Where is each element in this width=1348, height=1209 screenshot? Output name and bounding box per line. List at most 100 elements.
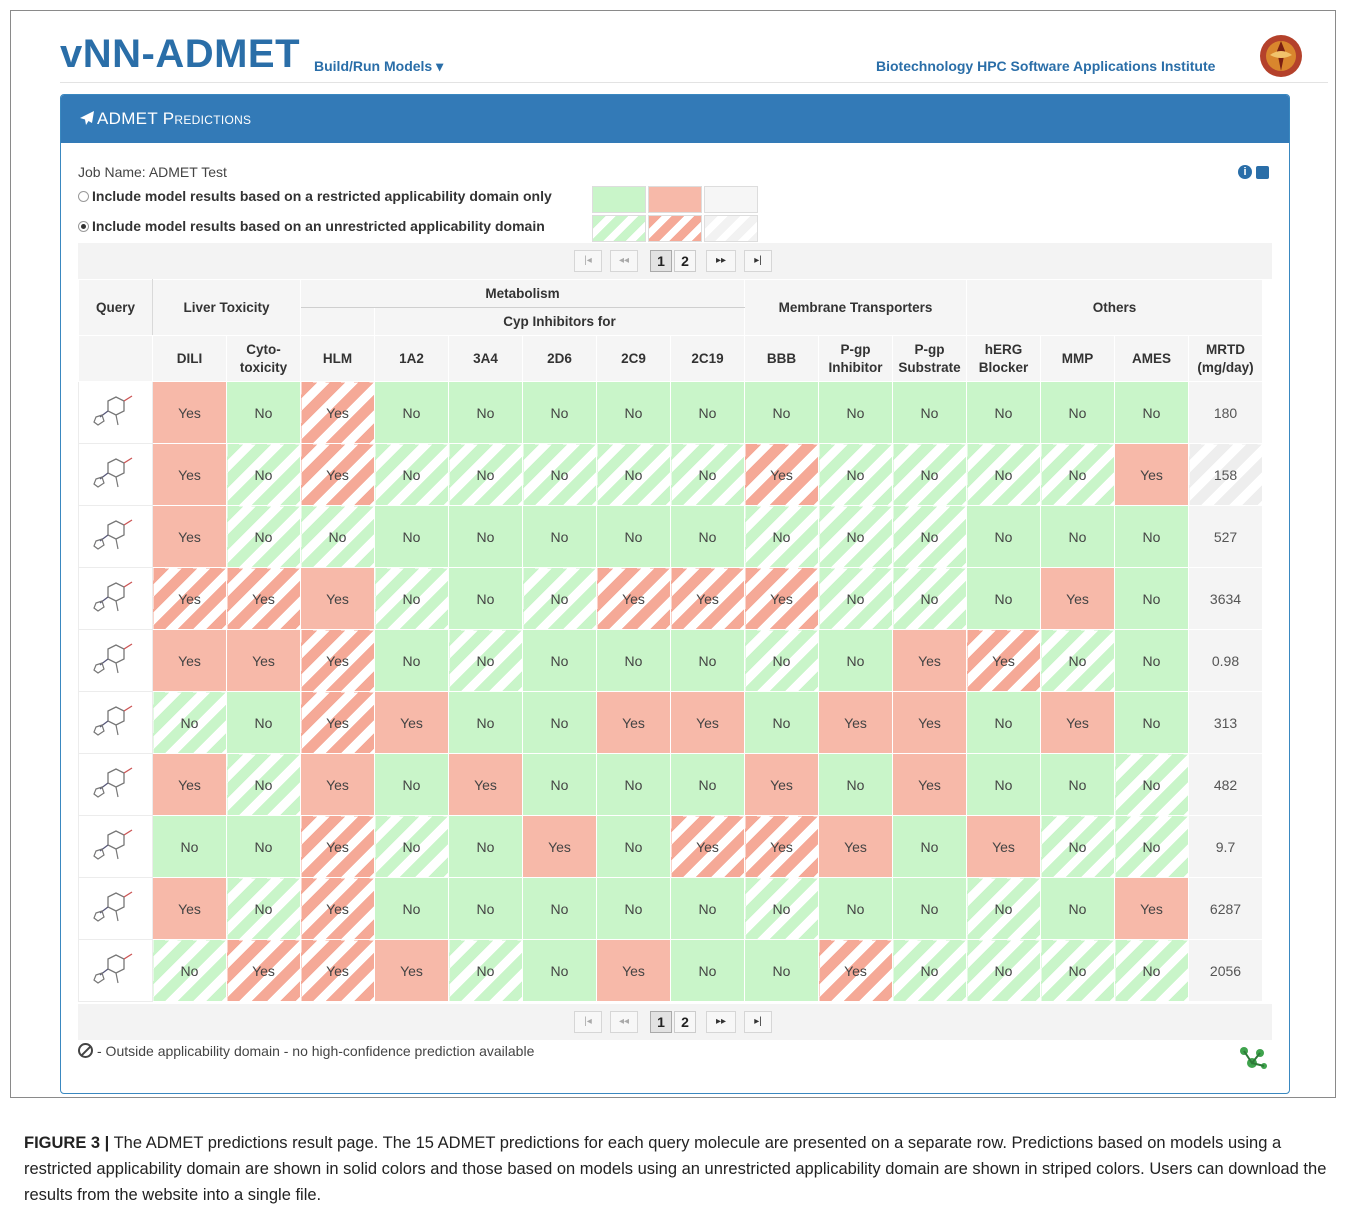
prev-page-button[interactable]: ◂◂ [610, 250, 638, 272]
prediction-cell: No [818, 567, 893, 630]
column-header[interactable]: DILI [152, 335, 227, 382]
legend-green-solid [592, 186, 646, 213]
prediction-cell: Yes [300, 629, 375, 692]
molecule-structure-image[interactable] [78, 443, 153, 506]
molecule-structure-image[interactable] [78, 877, 153, 940]
prediction-cell: Yes [522, 815, 597, 878]
prediction-cell: Yes [152, 753, 227, 816]
molecule-structure-image[interactable] [78, 939, 153, 1002]
prediction-cell: No [226, 381, 301, 444]
institute-link[interactable]: Biotechnology HPC Software Applications … [876, 58, 1215, 74]
prediction-cell: Yes [226, 939, 301, 1002]
prediction-cell: Yes [152, 629, 227, 692]
column-header[interactable]: 2C9 [596, 335, 671, 382]
column-header[interactable]: BBB [744, 335, 819, 382]
molecule-structure-image[interactable] [78, 505, 153, 568]
molecule-structure-image[interactable] [78, 629, 153, 692]
prediction-cell: No [448, 567, 523, 630]
mrtd-cell: 6287 [1188, 877, 1263, 940]
prediction-cell: Yes [152, 567, 227, 630]
page-1-button[interactable]: 1 [650, 250, 672, 272]
prediction-cell: No [1114, 629, 1189, 692]
prediction-cell: No [374, 753, 449, 816]
prediction-cell: Yes [744, 753, 819, 816]
table-row: Yes No Yes No No No No No No No No No No Yes 6287 [78, 877, 1263, 940]
prediction-cell: Yes [670, 691, 745, 754]
prediction-cell: Yes [152, 443, 227, 506]
first-page-button[interactable]: |◂ [574, 1011, 602, 1033]
restricted-domain-option[interactable]: Include model results based on a restric… [78, 188, 552, 204]
panel-title: ADMET Predictions [97, 109, 252, 128]
molecule-structure-image[interactable] [78, 567, 153, 630]
column-header[interactable]: 2C19 [670, 335, 745, 382]
prediction-cell: No [522, 939, 597, 1002]
legend-red-striped [648, 215, 702, 242]
page-2-button[interactable]: 2 [674, 1011, 696, 1033]
pager-bottom: |◂ ◂◂ 1 2 ▸▸ ▸| [78, 1004, 1272, 1040]
last-page-button[interactable]: ▸| [744, 1011, 772, 1033]
column-header[interactable]: 1A2 [374, 335, 449, 382]
prediction-cell: No [522, 567, 597, 630]
molecule-structure-image[interactable] [78, 815, 153, 878]
prediction-cell: Yes [670, 815, 745, 878]
last-page-button[interactable]: ▸| [744, 250, 772, 272]
prediction-cell: No [596, 381, 671, 444]
info-circle-icon[interactable]: i [1238, 165, 1252, 179]
prediction-cell: No [670, 753, 745, 816]
job-name: Job Name: ADMET Test [78, 164, 227, 180]
prediction-cell: No [818, 505, 893, 568]
column-header[interactable]: 2D6 [522, 335, 597, 382]
column-header[interactable]: P-gp Substrate [892, 335, 967, 382]
prediction-cell: No [374, 505, 449, 568]
prediction-cell: No [966, 939, 1041, 1002]
prediction-cell: No [966, 443, 1041, 506]
column-header[interactable]: HLM [300, 335, 375, 382]
first-page-button[interactable]: |◂ [574, 250, 602, 272]
app-logo[interactable]: vNN-ADMET [60, 32, 300, 77]
cyp-inhibitors-header: Cyp Inhibitors for [374, 307, 745, 336]
molecule-structure-image[interactable] [78, 753, 153, 816]
next-page-button[interactable]: ▸▸ [706, 1011, 736, 1033]
prediction-cell: No [744, 629, 819, 692]
prediction-cell: No [818, 381, 893, 444]
institute-seal-icon[interactable] [1258, 33, 1304, 79]
column-header[interactable]: MMP [1040, 335, 1115, 382]
legend-green-striped [592, 215, 646, 242]
column-header[interactable]: 3A4 [448, 335, 523, 382]
mrtd-cell: 482 [1188, 753, 1263, 816]
molecule-logo-icon[interactable] [1238, 1045, 1268, 1071]
header-divider [60, 82, 1328, 83]
molecule-structure-image[interactable] [78, 381, 153, 444]
column-header[interactable]: AMES [1114, 335, 1189, 382]
page-1-button[interactable]: 1 [650, 1011, 672, 1033]
column-header[interactable]: hERG Blocker [966, 335, 1041, 382]
metabolism-blank-cell [300, 307, 375, 336]
prediction-cell: Yes [744, 567, 819, 630]
download-icon[interactable] [1256, 166, 1269, 179]
prediction-cell: Yes [300, 877, 375, 940]
molecule-structure-image[interactable] [78, 691, 153, 754]
query-header-bottom [78, 335, 153, 382]
mrtd-cell: 9.7 [1188, 815, 1263, 878]
prediction-cell: Yes [596, 567, 671, 630]
mrtd-cell: 0.98 [1188, 629, 1263, 692]
next-page-button[interactable]: ▸▸ [706, 250, 736, 272]
column-header[interactable]: Cyto-toxicity [226, 335, 301, 382]
unrestricted-domain-option[interactable]: Include model results based on an unrest… [78, 218, 545, 234]
build-run-models-menu[interactable]: Build/Run Models ▾ [314, 58, 443, 75]
prediction-cell: No [1040, 939, 1115, 1002]
prediction-cell: No [226, 815, 301, 878]
prediction-cell: Yes [892, 691, 967, 754]
prediction-cell: No [1114, 753, 1189, 816]
page-2-button[interactable]: 2 [674, 250, 696, 272]
prediction-cell: Yes [596, 691, 671, 754]
restricted-radio[interactable] [78, 191, 89, 202]
column-header[interactable]: MRTD (mg/day) [1188, 335, 1263, 382]
prev-page-button[interactable]: ◂◂ [610, 1011, 638, 1033]
prediction-cell: Yes [448, 753, 523, 816]
prediction-cell: No [1114, 567, 1189, 630]
prediction-cell: Yes [818, 691, 893, 754]
unrestricted-radio[interactable] [78, 221, 89, 232]
column-header[interactable]: P-gp Inhibitor [818, 335, 893, 382]
prediction-cell: Yes [1114, 877, 1189, 940]
